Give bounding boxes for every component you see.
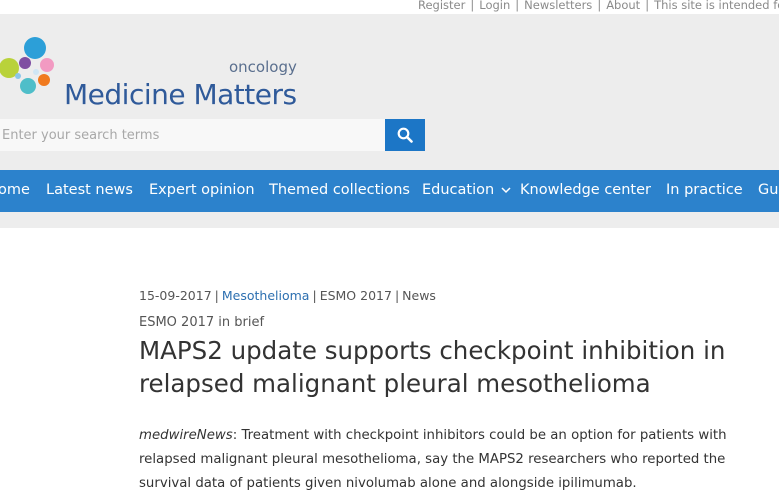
- article-type: News: [402, 288, 436, 303]
- topic-link[interactable]: Mesothelioma: [222, 288, 310, 303]
- nav-shadow-strip: [0, 212, 779, 228]
- separator: |: [515, 0, 520, 12]
- separator: |: [394, 288, 400, 303]
- nav-item-home[interactable]: ome: [0, 182, 30, 198]
- search-icon: [397, 127, 413, 143]
- site-logo[interactable]: oncology Medicine Matters: [0, 36, 310, 111]
- separator: |: [214, 288, 219, 303]
- nav-item-guidelines[interactable]: Gu: [758, 182, 778, 198]
- separator: |: [645, 0, 650, 12]
- nav-item-knowledge-center[interactable]: Knowledge center: [520, 182, 651, 198]
- search-button[interactable]: [385, 119, 425, 151]
- article-lead: medwireNews: Treatment with checkpoint i…: [139, 424, 769, 496]
- newsletters-link[interactable]: Newsletters: [524, 0, 592, 12]
- event-label: ESMO 2017: [319, 288, 392, 303]
- register-link[interactable]: Register: [418, 0, 465, 12]
- top-links: Register | Login | Newsletters | About | This si…: [418, 0, 779, 12]
- separator: |: [312, 288, 317, 303]
- main-navigation: ome Latest news Expert opinion Themed co…: [0, 170, 779, 212]
- article-title: MAPS2 update supports checkpoint inhibit…: [139, 336, 726, 398]
- separator: |: [470, 0, 475, 12]
- logo-mark-icon: [0, 37, 54, 94]
- separator: |: [597, 0, 602, 12]
- chevron-down-icon: [501, 187, 511, 194]
- logo-title: Medicine Matters: [64, 78, 297, 111]
- article-date: 15-09-2017: [139, 288, 212, 303]
- site-header: oncology Medicine Matters: [0, 14, 779, 170]
- login-link[interactable]: Login: [479, 0, 510, 12]
- logo-subtitle: oncology: [229, 58, 297, 76]
- about-link[interactable]: About: [606, 0, 640, 12]
- nav-item-latest-news[interactable]: Latest news: [46, 182, 133, 198]
- search-input[interactable]: [0, 119, 385, 151]
- article-kicker: ESMO 2017 in brief: [139, 315, 265, 330]
- nav-item-in-practice[interactable]: In practice: [666, 182, 743, 198]
- top-utility-bar: Register | Login | Newsletters | About | This si…: [0, 0, 779, 14]
- nav-item-education-label: Education: [422, 182, 495, 198]
- nav-item-education[interactable]: Education: [422, 182, 511, 198]
- nav-item-themed-collections[interactable]: Themed collections: [269, 182, 410, 198]
- nav-item-expert-opinion[interactable]: Expert opinion: [149, 182, 255, 198]
- audience-notice: This site is intended for: [654, 0, 779, 12]
- article-meta: 15-09-2017 | Mesothelioma | ESMO 2017 | News: [139, 288, 436, 303]
- source-name: medwireNews: [139, 428, 233, 443]
